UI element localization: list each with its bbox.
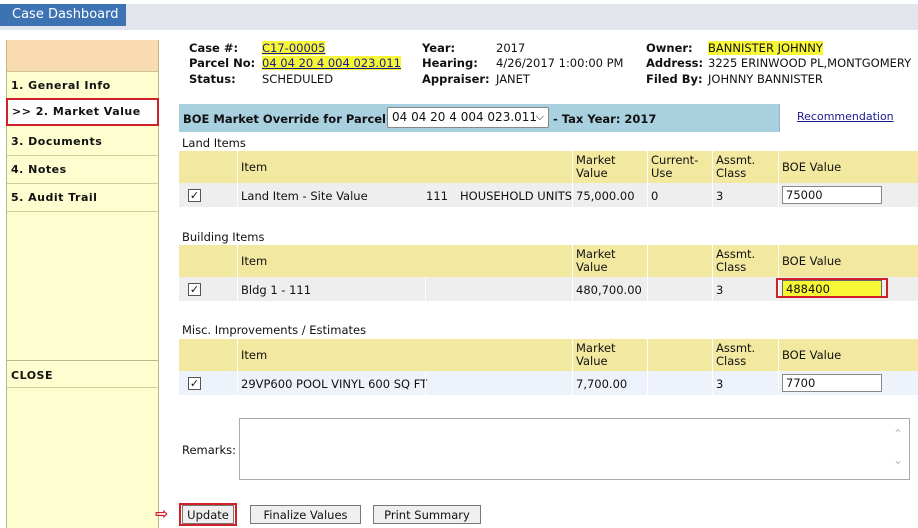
- boe-override-label: BOE Market Override for Parcel :: [183, 112, 395, 126]
- land-item-current: 0: [647, 183, 712, 207]
- annotation-update-box: [179, 503, 237, 526]
- misc-col-item: Item: [237, 339, 571, 371]
- parcel-link[interactable]: 04 04 20 4 004 023.011: [262, 56, 401, 70]
- misc-table-header: Item Market Value Assmt. Class BOE Value: [179, 339, 918, 371]
- parcel-label: Parcel No:: [189, 56, 256, 70]
- status-label: Status:: [189, 72, 236, 86]
- land-item-assmt: 3: [712, 183, 778, 207]
- building-item-market: 480,700.00: [572, 277, 647, 301]
- sidebar-header: [7, 40, 158, 72]
- land-col-market: Market Value: [572, 151, 647, 183]
- finalize-values-button[interactable]: Finalize Values: [250, 505, 361, 524]
- chevron-down-icon[interactable]: ⌵: [536, 110, 544, 124]
- remarks-textarea[interactable]: [239, 418, 910, 480]
- building-items-title: Building Items: [182, 230, 265, 244]
- appraiser-value: JANET: [496, 72, 530, 86]
- sidebar-item-general-info[interactable]: 1. General Info: [7, 72, 158, 100]
- scroll-up-icon[interactable]: ⌃: [893, 427, 903, 441]
- sidebar: 1. General Info >> 2. Market Value 3. Do…: [6, 40, 159, 528]
- status-value: SCHEDULED: [262, 72, 334, 86]
- owner-value: BANNISTER JOHNNY: [708, 41, 823, 55]
- building-item-assmt: 3: [712, 277, 778, 301]
- appraiser-label: Appraiser:: [422, 72, 490, 86]
- land-item-code: 111: [426, 189, 448, 203]
- arrow-right-icon: ⇨: [155, 504, 169, 523]
- land-item-market: 75,000.00: [572, 183, 647, 207]
- sidebar-item-audit-trail[interactable]: 5. Audit Trail: [7, 184, 158, 212]
- year-value: 2017: [496, 41, 526, 55]
- case-no-label: Case #:: [189, 41, 239, 55]
- misc-item-blank: [425, 371, 572, 395]
- land-boe-cell: 75000: [778, 183, 918, 207]
- land-item-units: HOUSEHOLD UNITS: [460, 189, 573, 203]
- misc-col-boe: BOE Value: [778, 339, 918, 371]
- boe-override-bar: BOE Market Override for Parcel : 04 04 2…: [179, 104, 918, 132]
- case-dashboard-tab[interactable]: Case Dashboard: [0, 4, 126, 26]
- address-label: Address:: [646, 56, 704, 70]
- land-col-current-use: Current- Use: [647, 151, 712, 183]
- building-col-item: Item: [237, 245, 571, 277]
- sidebar-item-notes[interactable]: 4. Notes: [7, 156, 158, 184]
- recommendation-cell: Recommendation: [779, 104, 918, 132]
- misc-col-market: Market Value: [572, 339, 647, 371]
- building-table-header: Item Market Value Assmt. Class BOE Value: [179, 245, 918, 277]
- building-item-blank2: [647, 277, 712, 301]
- check-icon[interactable]: ✓: [188, 377, 201, 390]
- tax-year-label: - Tax Year: 2017: [553, 112, 657, 126]
- parcel-select-value: 04 04 20 4 004 023.011: [392, 110, 538, 124]
- misc-item-blank2: [647, 371, 712, 395]
- building-item-blank: [425, 277, 572, 301]
- sidebar-item-documents[interactable]: 3. Documents: [7, 128, 158, 156]
- parcel-select[interactable]: 04 04 20 4 004 023.011 ⌵: [387, 107, 549, 128]
- filed-by-value: JOHNNY BANNISTER: [708, 72, 823, 86]
- misc-item-market: 7,700.00: [572, 371, 647, 395]
- misc-boe-cell: 7700: [778, 371, 918, 395]
- table-row: ✓ Land Item - Site Value 111 HOUSEHOLD U…: [179, 183, 918, 207]
- hearing-value: 4/26/2017 1:00:00 PM: [496, 56, 624, 70]
- misc-items-title: Misc. Improvements / Estimates: [182, 323, 367, 337]
- land-table-header: Item Market Value Current- Use Assmt. Class…: [179, 151, 918, 183]
- land-item-name: Land Item - Site Value: [237, 183, 422, 207]
- building-col-boe: BOE Value: [778, 245, 918, 277]
- owner-label: Owner:: [646, 41, 693, 55]
- building-item-name: Bldg 1 - 111: [237, 277, 425, 301]
- hearing-label: Hearing:: [422, 56, 478, 70]
- sidebar-close[interactable]: CLOSE: [7, 360, 158, 388]
- address-value: 3225 ERINWOOD PL,MONTGOMERY: [708, 56, 912, 70]
- title-strip: [0, 4, 918, 30]
- land-col-assmt: Assmt. Class: [712, 151, 778, 183]
- title-bar: Case Dashboard: [0, 0, 918, 30]
- misc-col-assmt: Assmt. Class: [712, 339, 778, 371]
- misc-col-blank: [647, 339, 712, 371]
- misc-item-name: 29VP600 POOL VINYL 600 SQ FT: [237, 371, 427, 395]
- check-icon[interactable]: ✓: [188, 283, 201, 296]
- building-col-market: Market Value: [572, 245, 647, 277]
- filed-by-label: Filed By:: [646, 72, 703, 86]
- year-label: Year:: [422, 41, 456, 55]
- recommendation-link[interactable]: Recommendation: [797, 110, 894, 123]
- remarks-label: Remarks:: [182, 443, 237, 457]
- table-row: ✓ 29VP600 POOL VINYL 600 SQ FT 7,700.00 …: [179, 371, 918, 395]
- scroll-down-icon[interactable]: ⌄: [893, 453, 903, 467]
- land-boe-input[interactable]: 75000: [782, 186, 882, 204]
- check-icon[interactable]: ✓: [188, 189, 201, 202]
- case-no-link[interactable]: C17-00005: [262, 41, 326, 55]
- land-col-item: Item: [237, 151, 571, 183]
- print-summary-button[interactable]: Print Summary: [373, 505, 481, 524]
- building-col-blank: [647, 245, 712, 277]
- misc-item-assmt: 3: [712, 371, 778, 395]
- annotation-highlight-box: [776, 278, 888, 298]
- sidebar-item-market-value[interactable]: >> 2. Market Value: [6, 98, 159, 126]
- land-items-title: Land Items: [182, 136, 246, 150]
- misc-boe-input[interactable]: 7700: [782, 374, 882, 392]
- land-col-boe: BOE Value: [778, 151, 918, 183]
- building-col-assmt: Assmt. Class: [712, 245, 778, 277]
